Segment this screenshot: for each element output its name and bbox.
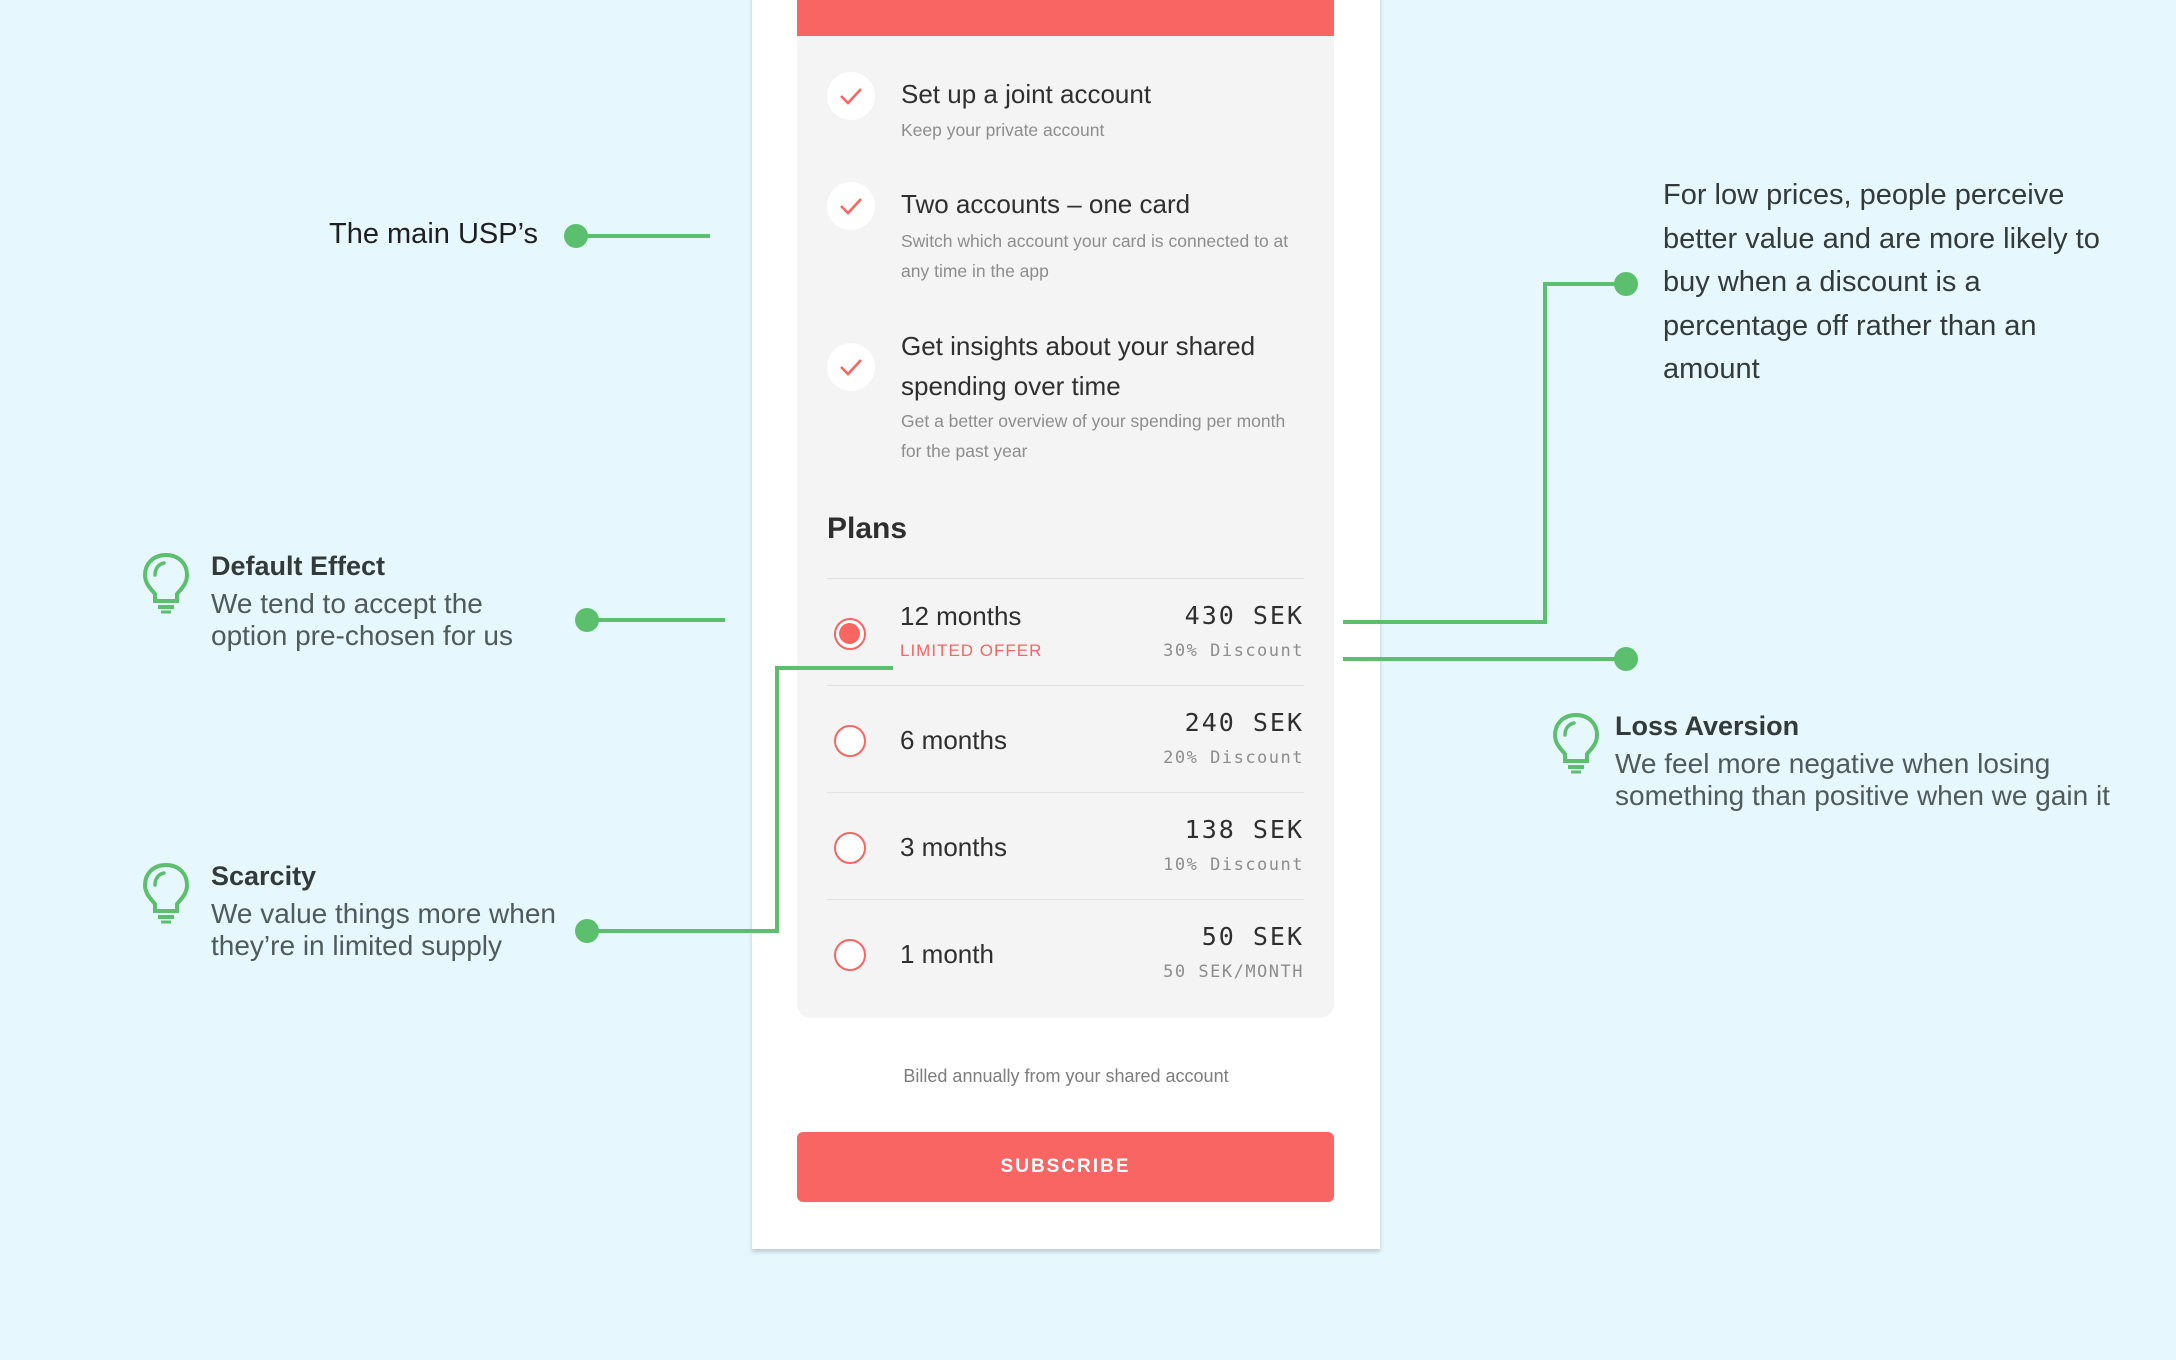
connector-dot	[564, 224, 588, 248]
scarcity-line: We value things more when	[211, 898, 556, 929]
loss-aversion-line: We feel more negative when losing	[1615, 748, 2051, 779]
loss-aversion-title: Loss Aversion	[1615, 711, 1800, 741]
percentage-discount-note: For low prices, people perceive better v…	[1663, 179, 2100, 385]
default-effect-line: We tend to accept the	[211, 588, 483, 619]
scarcity-connector	[587, 666, 893, 933]
connector-dot	[1614, 647, 1638, 671]
usp-annotation-label: The main USP’s	[329, 218, 538, 250]
connector-dot	[575, 608, 599, 632]
lightbulb-icon	[1550, 711, 1602, 780]
lightbulb-icon	[140, 551, 192, 620]
percentage-connector	[1343, 282, 1626, 624]
default-effect-line: option pre-chosen for us	[211, 620, 513, 651]
connector-dot	[1614, 272, 1638, 296]
lightbulb-icon	[140, 861, 192, 930]
loss-aversion-line: something than positive when we gain it	[1615, 780, 2110, 811]
default-effect-title: Default Effect	[211, 551, 386, 581]
connector-dot	[575, 919, 599, 943]
scarcity-title: Scarcity	[211, 861, 317, 891]
scarcity-line: they’re in limited supply	[211, 930, 503, 961]
